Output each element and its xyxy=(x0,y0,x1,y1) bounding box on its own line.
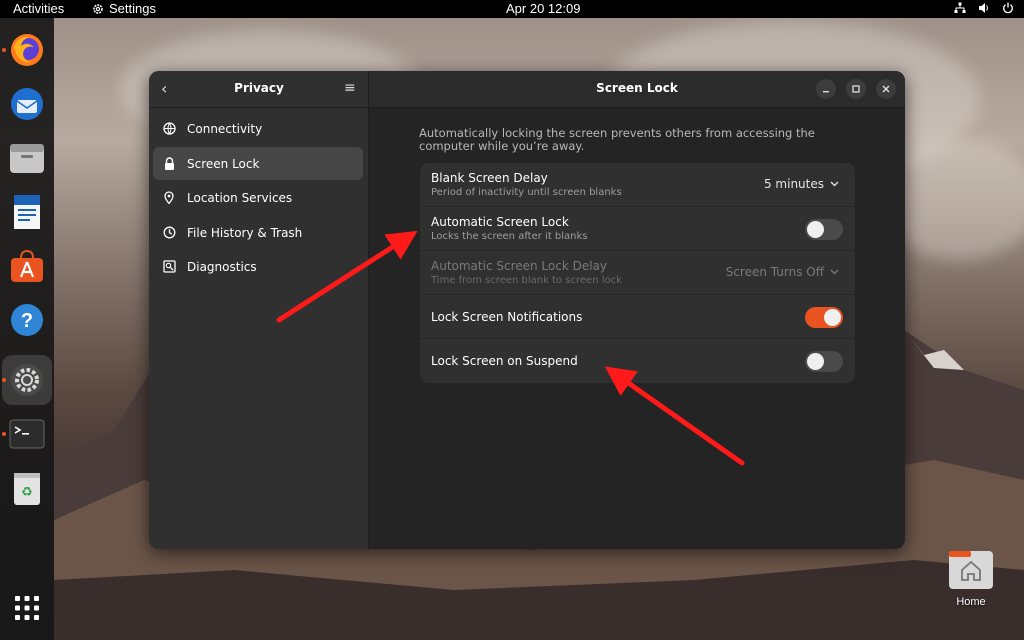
sidebar-header: ‹ Privacy ≡ xyxy=(149,71,369,108)
maximize-icon xyxy=(852,85,860,93)
dropdown-value: Screen Turns Off xyxy=(725,265,824,279)
dock-terminal[interactable] xyxy=(7,414,47,454)
sidebar-item-label: Location Services xyxy=(187,190,293,205)
maximize-button[interactable] xyxy=(846,79,866,99)
screen-lock-settings-list: Blank Screen Delay Period of inactivity … xyxy=(420,163,855,383)
dock-libreoffice-writer[interactable] xyxy=(7,192,47,232)
volume-icon xyxy=(979,3,988,13)
lock-screen-notifications-row[interactable]: Lock Screen Notifications xyxy=(420,295,855,339)
settings-gear-icon xyxy=(11,364,43,396)
thunderbird-icon xyxy=(11,88,43,120)
terminal-icon xyxy=(9,419,45,449)
app-grid-icon xyxy=(15,596,39,620)
app-name: Settings xyxy=(109,1,156,16)
running-indicator xyxy=(2,48,6,52)
sidebar-item-location-services[interactable]: Location Services xyxy=(153,181,363,214)
row-title: Lock Screen on Suspend xyxy=(431,354,578,368)
screen-lock-description: Automatically locking the screen prevent… xyxy=(419,126,815,153)
blank-screen-delay-row[interactable]: Blank Screen Delay Period of inactivity … xyxy=(420,163,855,207)
dock-trash[interactable]: ♻ xyxy=(7,468,47,508)
row-subtitle: Period of inactivity until screen blanks xyxy=(431,187,622,198)
gear-icon xyxy=(93,3,103,14)
location-pin-icon xyxy=(164,191,174,204)
switch-knob xyxy=(824,309,841,326)
dock-files[interactable] xyxy=(7,138,47,178)
sidebar-item-label: Screen Lock xyxy=(187,156,260,171)
system-tray[interactable] xyxy=(954,2,1014,14)
sidebar-item-connectivity[interactable]: Connectivity xyxy=(153,112,363,145)
app-center-icon xyxy=(11,249,43,282)
home-folder-icon xyxy=(949,551,993,589)
sidebar-item-label: File History & Trash xyxy=(187,225,303,240)
dock-app-center[interactable] xyxy=(7,246,47,286)
blank-screen-delay-dropdown[interactable]: 5 minutes xyxy=(764,177,839,191)
sidebar-title: Privacy xyxy=(234,81,284,95)
firefox-icon xyxy=(11,34,43,66)
desktop-home-label: Home xyxy=(956,596,986,608)
activities-button[interactable]: Activities xyxy=(13,1,64,16)
sidebar-item-label: Diagnostics xyxy=(187,259,257,274)
dock-settings[interactable] xyxy=(7,360,47,400)
main-panel: Screen Lock Automatically locking the sc… xyxy=(369,71,905,549)
network-icon xyxy=(954,2,966,13)
dock-firefox[interactable] xyxy=(7,30,47,70)
dropdown-value: 5 minutes xyxy=(763,177,824,191)
switch-knob xyxy=(807,353,824,370)
settings-window: ‹ Privacy ≡ Connectivity Screen Lock Loc… xyxy=(149,71,905,549)
minimize-icon xyxy=(823,91,829,93)
svg-text:♻: ♻ xyxy=(21,485,33,500)
sidebar: ‹ Privacy ≡ Connectivity Screen Lock Loc… xyxy=(149,71,369,549)
automatic-screen-lock-switch[interactable] xyxy=(805,219,843,240)
close-button[interactable] xyxy=(876,79,896,99)
automatic-screen-lock-delay-row: Automatic Screen Lock Delay Time from sc… xyxy=(420,251,855,295)
automatic-screen-lock-row[interactable]: Automatic Screen Lock Locks the screen a… xyxy=(420,207,855,251)
running-indicator xyxy=(2,432,6,436)
dock: ? ♻ xyxy=(0,18,54,640)
running-indicator xyxy=(2,378,6,382)
row-subtitle: Locks the screen after it blanks xyxy=(431,231,588,242)
chevron-down-icon xyxy=(830,269,839,275)
minimize-button[interactable] xyxy=(816,79,836,99)
lock-screen-on-suspend-row[interactable]: Lock Screen on Suspend xyxy=(420,339,855,383)
help-icon: ? xyxy=(11,304,43,336)
hamburger-menu-icon[interactable]: ≡ xyxy=(344,80,356,96)
sidebar-item-label: Connectivity xyxy=(187,121,263,136)
sidebar-item-file-history[interactable]: File History & Trash xyxy=(153,216,363,249)
dock-thunderbird[interactable] xyxy=(7,84,47,124)
app-menu[interactable]: Settings xyxy=(92,1,156,16)
lock-delay-dropdown: Screen Turns Off xyxy=(726,265,839,279)
sidebar-item-screen-lock[interactable]: Screen Lock xyxy=(153,147,363,180)
history-icon xyxy=(163,226,175,239)
row-title: Lock Screen Notifications xyxy=(431,310,583,324)
close-icon xyxy=(882,85,890,93)
row-title: Blank Screen Delay xyxy=(431,171,548,185)
show-apps-button[interactable] xyxy=(7,588,47,628)
lock-screen-notifications-switch[interactable] xyxy=(805,307,843,328)
row-title: Automatic Screen Lock Delay xyxy=(431,259,608,273)
sidebar-item-diagnostics[interactable]: Diagnostics xyxy=(153,250,363,283)
chevron-down-icon xyxy=(830,181,839,187)
row-title: Automatic Screen Lock xyxy=(431,215,569,229)
diagnostics-icon xyxy=(162,260,176,273)
clock[interactable]: Apr 20 12:09 xyxy=(506,1,580,16)
lock-icon xyxy=(164,157,174,170)
desktop-home-folder[interactable]: Home xyxy=(946,548,996,608)
lock-screen-on-suspend-switch[interactable] xyxy=(805,351,843,372)
top-bar: Activities Settings Apr 20 12:09 xyxy=(0,0,1024,18)
trash-icon: ♻ xyxy=(14,473,40,505)
switch-knob xyxy=(807,221,824,238)
dock-help[interactable]: ? xyxy=(7,300,47,340)
globe-icon xyxy=(162,122,176,135)
main-header: Screen Lock xyxy=(369,71,905,108)
folder-icon xyxy=(10,144,44,173)
document-writer-icon xyxy=(14,195,40,229)
svg-text:?: ? xyxy=(21,310,33,332)
row-subtitle: Time from screen blank to screen lock xyxy=(431,275,622,286)
power-icon xyxy=(1003,2,1013,14)
